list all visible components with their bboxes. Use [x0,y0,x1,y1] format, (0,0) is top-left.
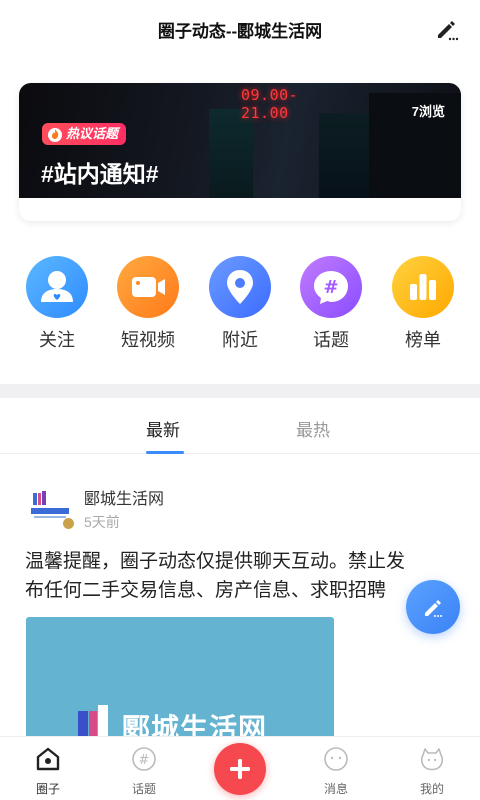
top-card: 09.00-21.00 7浏览 热议话题 #站内通知# 关注 短视频 附近 # … [0,58,480,384]
topic-title: #站内通知# [41,161,159,187]
add-post-button[interactable] [214,743,266,795]
svg-text:#: # [323,277,338,298]
nav-item-mine[interactable]: 我的 [402,745,462,797]
location-pin-icon [209,256,271,318]
hot-topic-tag: 热议话题 [42,123,127,145]
post-content[interactable]: 温馨提醒，圈子动态仅提供聊天互动。禁止发 布任何二手交易信息、房产信息、求职招聘 [25,547,445,605]
post-content-line: 温馨提醒，圈子动态仅提供聊天互动。禁止发 [25,551,406,572]
nav-item-messages[interactable]: 消息 [306,745,366,797]
flame-icon [48,128,62,142]
nav-label: 圈子 [35,782,60,796]
post-content-line: 布任何二手交易信息、房产信息、求职招聘 [25,580,387,601]
nav-item-circle[interactable]: 圈子 [18,745,78,797]
quick-links: 关注 短视频 附近 # 话题 榜单 [0,256,480,356]
quick-link-label: 榜单 [405,330,441,350]
plus-icon [230,759,250,779]
quick-link-label: 附近 [222,330,258,350]
tab-hot[interactable]: 最热 [296,416,330,441]
topic-banner-image[interactable]: 09.00-21.00 7浏览 热议话题 #站内通知# [19,83,461,198]
home-circle-icon [36,747,60,771]
video-icon [117,256,179,318]
hot-topic-label: 热议话题 [66,126,119,141]
hashtag-chat-icon: # [300,256,362,318]
profile-face-icon [420,748,444,771]
quick-link-follow[interactable]: 关注 [17,256,97,352]
quick-link-label: 话题 [313,330,349,350]
quick-link-nearby[interactable]: 附近 [200,256,280,352]
banner-scene-building [209,109,253,198]
verified-badge-icon [62,517,75,530]
post-image[interactable]: 郾城生活网 [26,617,334,740]
page-title: 圈子动态--郾城生活网 [157,22,323,41]
nav-label: 消息 [323,782,348,796]
compose-button[interactable] [406,580,460,634]
site-logo-icon [78,705,108,740]
edit-pencil-icon [425,600,442,617]
quick-link-topics[interactable]: # 话题 [291,256,371,352]
nav-item-topics[interactable]: # 话题 [114,745,174,797]
ranking-bars-icon [392,256,454,318]
section-divider [0,384,480,398]
view-count: 7浏览 [411,104,445,119]
bottom-nav: 圈子 # 话题 消息 我的 [0,736,480,800]
active-tab-indicator [146,451,184,454]
topic-banner-card[interactable]: 09.00-21.00 7浏览 热议话题 #站内通知# [19,83,461,221]
banner-neon-sign: 09.00-21.00 [241,86,299,122]
quick-link-short-video[interactable]: 短视频 [108,256,188,352]
top-header: 圈子动态--郾城生活网 [0,0,480,58]
quick-link-label: 关注 [39,330,75,350]
message-face-icon [324,747,348,771]
feed-tabs: 最新 最热 [0,398,480,454]
nav-label: 我的 [419,782,444,796]
tab-latest[interactable]: 最新 [146,416,180,441]
post-author[interactable]: 郾城生活网 [84,485,164,509]
follow-user-icon [26,256,88,318]
edit-pencil-icon[interactable] [434,16,460,42]
quick-link-label: 短视频 [121,330,175,350]
hashtag-chat-icon: # [132,747,156,771]
nav-label: 话题 [131,782,156,796]
svg-text:#: # [139,753,150,768]
quick-link-ranking[interactable]: 榜单 [383,256,463,352]
post-time: 5天前 [84,514,120,530]
